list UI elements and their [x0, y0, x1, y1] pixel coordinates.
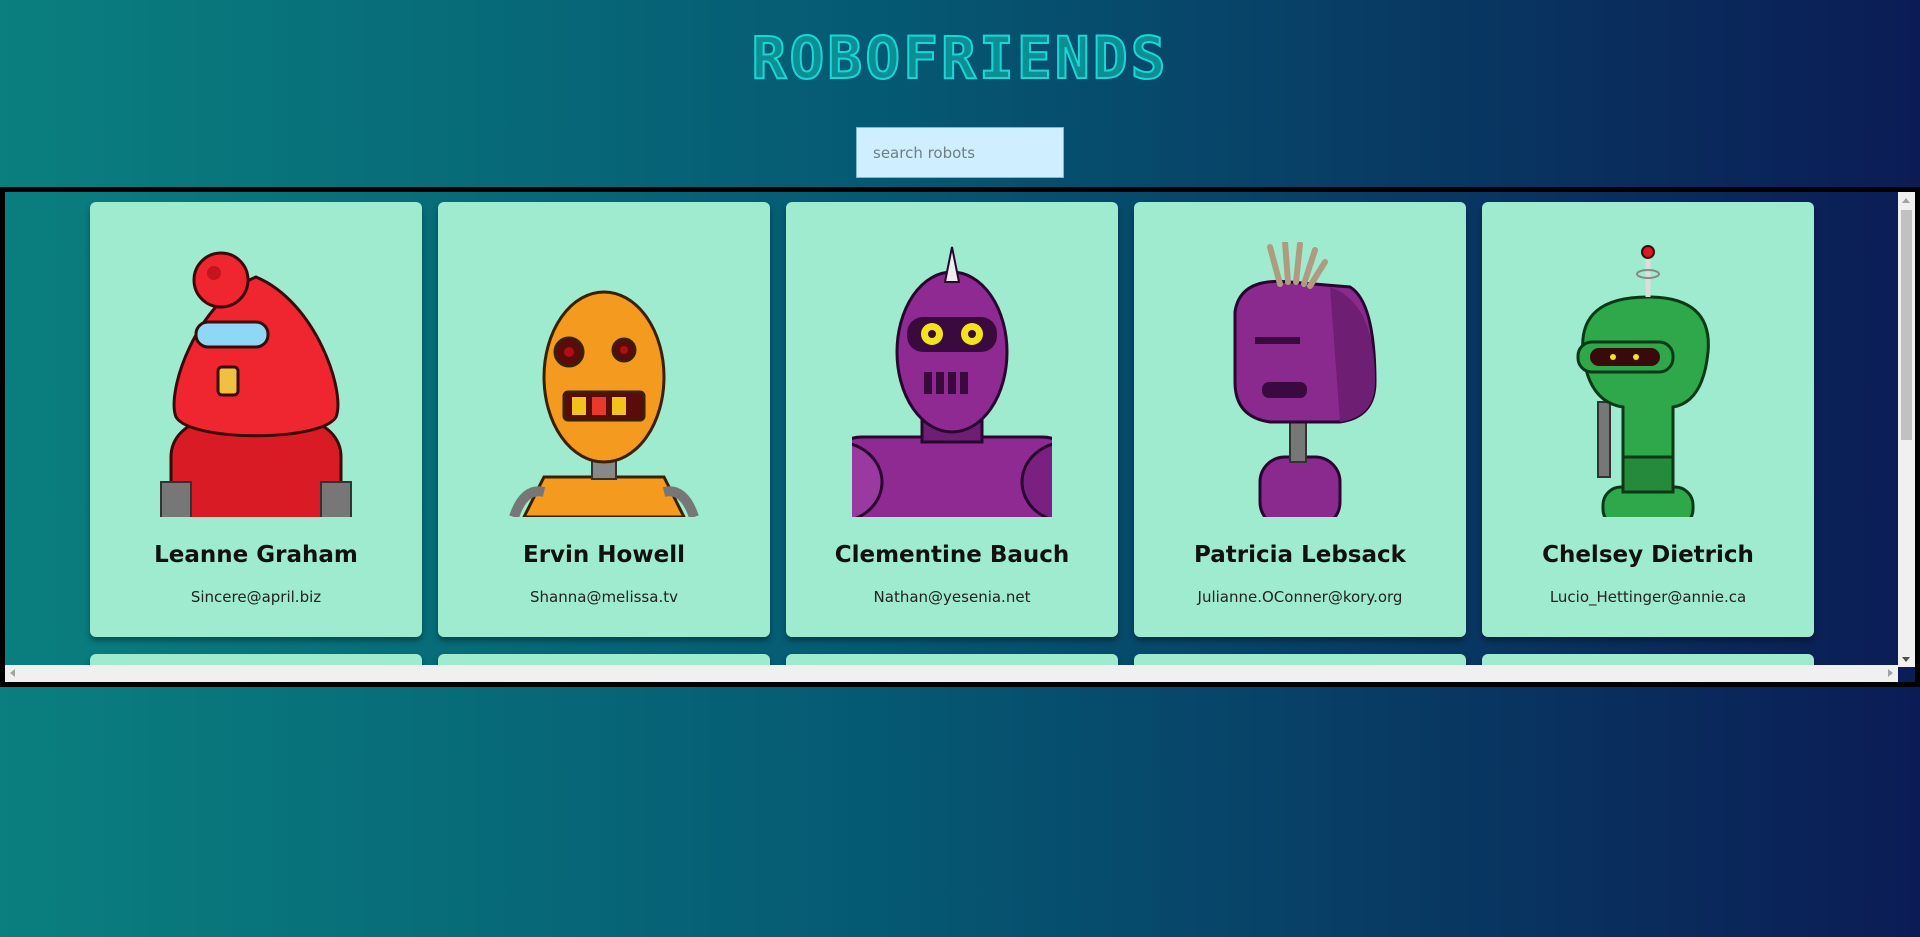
scroll-up-arrow-icon[interactable]	[1902, 198, 1910, 203]
robot-card[interactable]: Patricia Lebsack Julianne.OConner@kory.o…	[1134, 202, 1466, 637]
orange-robot-icon	[509, 290, 699, 517]
robot-name: Leanne Graham	[154, 542, 358, 568]
robot-name: Patricia Lebsack	[1194, 542, 1406, 568]
robot-name: Chelsey Dietrich	[1542, 542, 1754, 568]
scroll-down-arrow-icon[interactable]	[1902, 657, 1910, 662]
scroll-right-arrow-icon[interactable]	[1888, 669, 1893, 677]
red-robot-icon	[160, 251, 352, 517]
robot-name: Clementine Bauch	[834, 542, 1070, 568]
robot-email: Shanna@melissa.tv	[530, 588, 678, 606]
green-robot-icon	[1576, 245, 1710, 517]
robot-scroll-container[interactable]: Leanne Graham Sincere@april.biz Ervin Ho…	[0, 187, 1920, 687]
scroll-left-arrow-icon[interactable]	[10, 669, 15, 677]
robot-email: Sincere@april.biz	[190, 588, 322, 606]
robot-email: Nathan@yesenia.net	[873, 588, 1031, 606]
search-input[interactable]	[856, 127, 1064, 178]
vertical-scrollbar[interactable]	[1898, 192, 1915, 667]
purple-boxhead-robot-icon	[1233, 242, 1377, 517]
page-title: ROBOFRIENDS	[750, 24, 1169, 92]
robot-card[interactable]: Clementine Bauch Nathan@yesenia.net	[786, 202, 1118, 637]
purple-robot-icon	[852, 246, 1052, 517]
robot-email: Lucio_Hettinger@annie.ca	[1549, 588, 1747, 606]
vertical-scrollbar-thumb[interactable]	[1901, 210, 1912, 440]
robot-email: Julianne.OConner@kory.org	[1197, 588, 1403, 606]
robot-card[interactable]: Leanne Graham Sincere@april.biz	[90, 202, 422, 637]
robot-card[interactable]: Ervin Howell Shanna@melissa.tv	[438, 202, 770, 637]
robot-name: Ervin Howell	[523, 542, 685, 568]
robot-card[interactable]: Chelsey Dietrich Lucio_Hettinger@annie.c…	[1482, 202, 1814, 637]
horizontal-scrollbar[interactable]	[5, 665, 1898, 682]
